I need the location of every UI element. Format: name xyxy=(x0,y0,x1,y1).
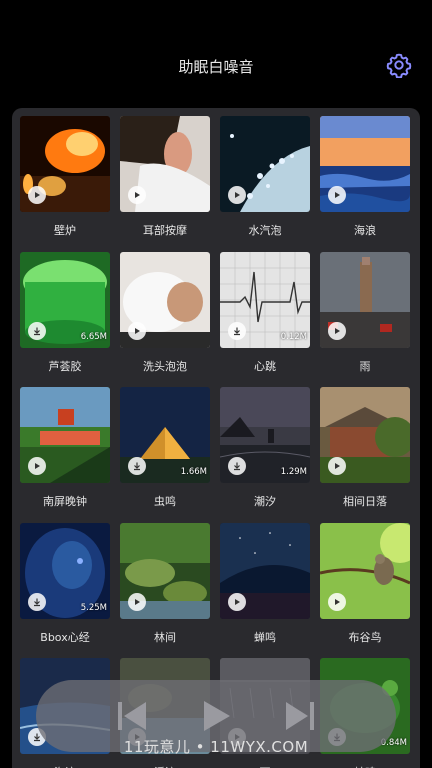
sound-thumbnail[interactable]: 6.65M xyxy=(20,251,110,348)
sound-tile[interactable]: 壁炉 xyxy=(20,116,110,252)
sound-tile[interactable]: 雨 xyxy=(320,251,410,388)
sound-thumbnail[interactable] xyxy=(20,116,110,212)
sound-label: 壁炉 xyxy=(54,224,76,237)
play-circle-icon[interactable] xyxy=(328,321,346,340)
sound-label: 虫鸣 xyxy=(154,495,176,508)
sound-label: 林间 xyxy=(154,630,176,644)
watermark: 11玩意儿 • 11WYX.COM xyxy=(123,738,309,756)
sound-label: 布谷鸟 xyxy=(348,630,382,644)
play-circle-icon[interactable] xyxy=(328,186,346,204)
sound-thumbnail[interactable] xyxy=(220,522,310,619)
file-size: 1.66M xyxy=(180,467,207,477)
sound-tile[interactable]: 布谷鸟 xyxy=(320,522,410,659)
sound-label: 心跳 xyxy=(254,359,276,373)
sound-tile[interactable]: 南屏晚钟 xyxy=(20,387,110,523)
sound-tile[interactable]: 1.29M 潮汐 xyxy=(220,387,310,523)
sound-thumbnail[interactable] xyxy=(20,387,110,483)
sound-tile[interactable]: 水汽泡 xyxy=(220,116,310,252)
play-circle-icon[interactable] xyxy=(28,457,46,475)
sound-label: Bbox心经 xyxy=(40,630,90,644)
sound-label: 耳部按摩 xyxy=(143,224,187,237)
sound-thumbnail[interactable]: 1.29M xyxy=(220,387,310,483)
sound-tile[interactable]: 6.65M 芦荟胶 xyxy=(20,251,110,388)
sound-label: 雨 xyxy=(220,764,310,768)
sound-thumbnail[interactable]: 5.25M xyxy=(20,522,110,619)
file-size: 0.12M xyxy=(280,331,307,342)
sound-label: 海浪 xyxy=(20,764,110,768)
sound-label: 蛙鸣 xyxy=(320,764,410,768)
next-icon[interactable] xyxy=(282,698,318,734)
sound-thumbnail[interactable]: 0.12M xyxy=(220,251,310,348)
sound-label: 相间日落 xyxy=(343,495,387,508)
sound-thumbnail[interactable] xyxy=(320,522,410,619)
sound-tile[interactable]: 林间 xyxy=(120,522,210,659)
sound-label: 洗头泡泡 xyxy=(143,359,187,373)
sound-thumbnail[interactable] xyxy=(120,522,210,619)
sound-thumbnail[interactable] xyxy=(120,251,210,348)
file-size: 6.65M xyxy=(80,331,107,342)
sound-label: 海浪 xyxy=(354,224,376,237)
play-circle-icon[interactable] xyxy=(328,592,346,611)
download-icon[interactable] xyxy=(28,321,46,340)
sound-tile[interactable]: 耳部按摩 xyxy=(120,116,210,252)
sound-thumbnail[interactable] xyxy=(120,116,210,212)
file-size: 1.29M xyxy=(280,467,307,477)
sound-label: 蝉鸣 xyxy=(254,630,276,644)
play-circle-icon[interactable] xyxy=(228,592,246,611)
play-icon[interactable] xyxy=(198,698,234,734)
play-circle-icon[interactable] xyxy=(128,592,146,611)
gear-icon[interactable] xyxy=(386,52,412,79)
sound-tile[interactable]: 5.25M Bbox心经 xyxy=(20,522,110,659)
download-icon[interactable] xyxy=(228,457,246,475)
page-title: 助眠白噪音 xyxy=(178,58,254,76)
sound-thumbnail[interactable] xyxy=(220,116,310,212)
play-circle-icon[interactable] xyxy=(228,186,246,204)
sound-grid: 壁炉 耳部按摩 水汽泡 海浪 6.65M 芦荟胶 洗头泡泡 0.12M 心跳雨南屏晚钟 1.66M… xyxy=(20,116,412,768)
sound-thumbnail[interactable] xyxy=(320,251,410,348)
sound-label: 潮汐 xyxy=(254,495,276,508)
sound-label: 雨 xyxy=(359,359,371,373)
sound-thumbnail[interactable] xyxy=(320,387,410,483)
sound-label: 水汽泡 xyxy=(248,224,282,237)
download-icon[interactable] xyxy=(28,592,46,611)
previous-icon[interactable] xyxy=(114,698,150,734)
sound-grid-panel: 壁炉 耳部按摩 水汽泡 海浪 6.65M 芦荟胶 洗头泡泡 0.12M 心跳雨南屏晚钟 1.66M… xyxy=(12,108,420,768)
play-circle-icon[interactable] xyxy=(128,186,146,204)
download-icon[interactable] xyxy=(228,321,246,340)
sound-tile[interactable]: 相间日落 xyxy=(320,387,410,523)
play-circle-icon[interactable] xyxy=(328,457,346,475)
sound-thumbnail[interactable] xyxy=(320,116,410,212)
download-icon[interactable] xyxy=(128,457,146,475)
sound-label: 芦荟胶 xyxy=(48,359,82,373)
sound-label: 溪流 xyxy=(120,764,210,768)
sound-tile[interactable]: 海浪 xyxy=(320,116,410,252)
sound-tile[interactable]: 蝉鸣 xyxy=(220,522,310,659)
header: 助眠白噪音 xyxy=(0,0,432,100)
sound-tile[interactable]: 0.12M 心跳 xyxy=(220,251,310,388)
play-circle-icon[interactable] xyxy=(28,186,46,204)
sound-label: 南屏晚钟 xyxy=(43,495,87,508)
play-circle-icon[interactable] xyxy=(128,321,146,340)
sound-thumbnail[interactable]: 1.66M xyxy=(120,387,210,483)
sound-tile[interactable]: 1.66M 虫鸣 xyxy=(120,387,210,523)
file-size: 5.25M xyxy=(80,602,107,613)
sound-tile[interactable]: 洗头泡泡 xyxy=(120,251,210,388)
